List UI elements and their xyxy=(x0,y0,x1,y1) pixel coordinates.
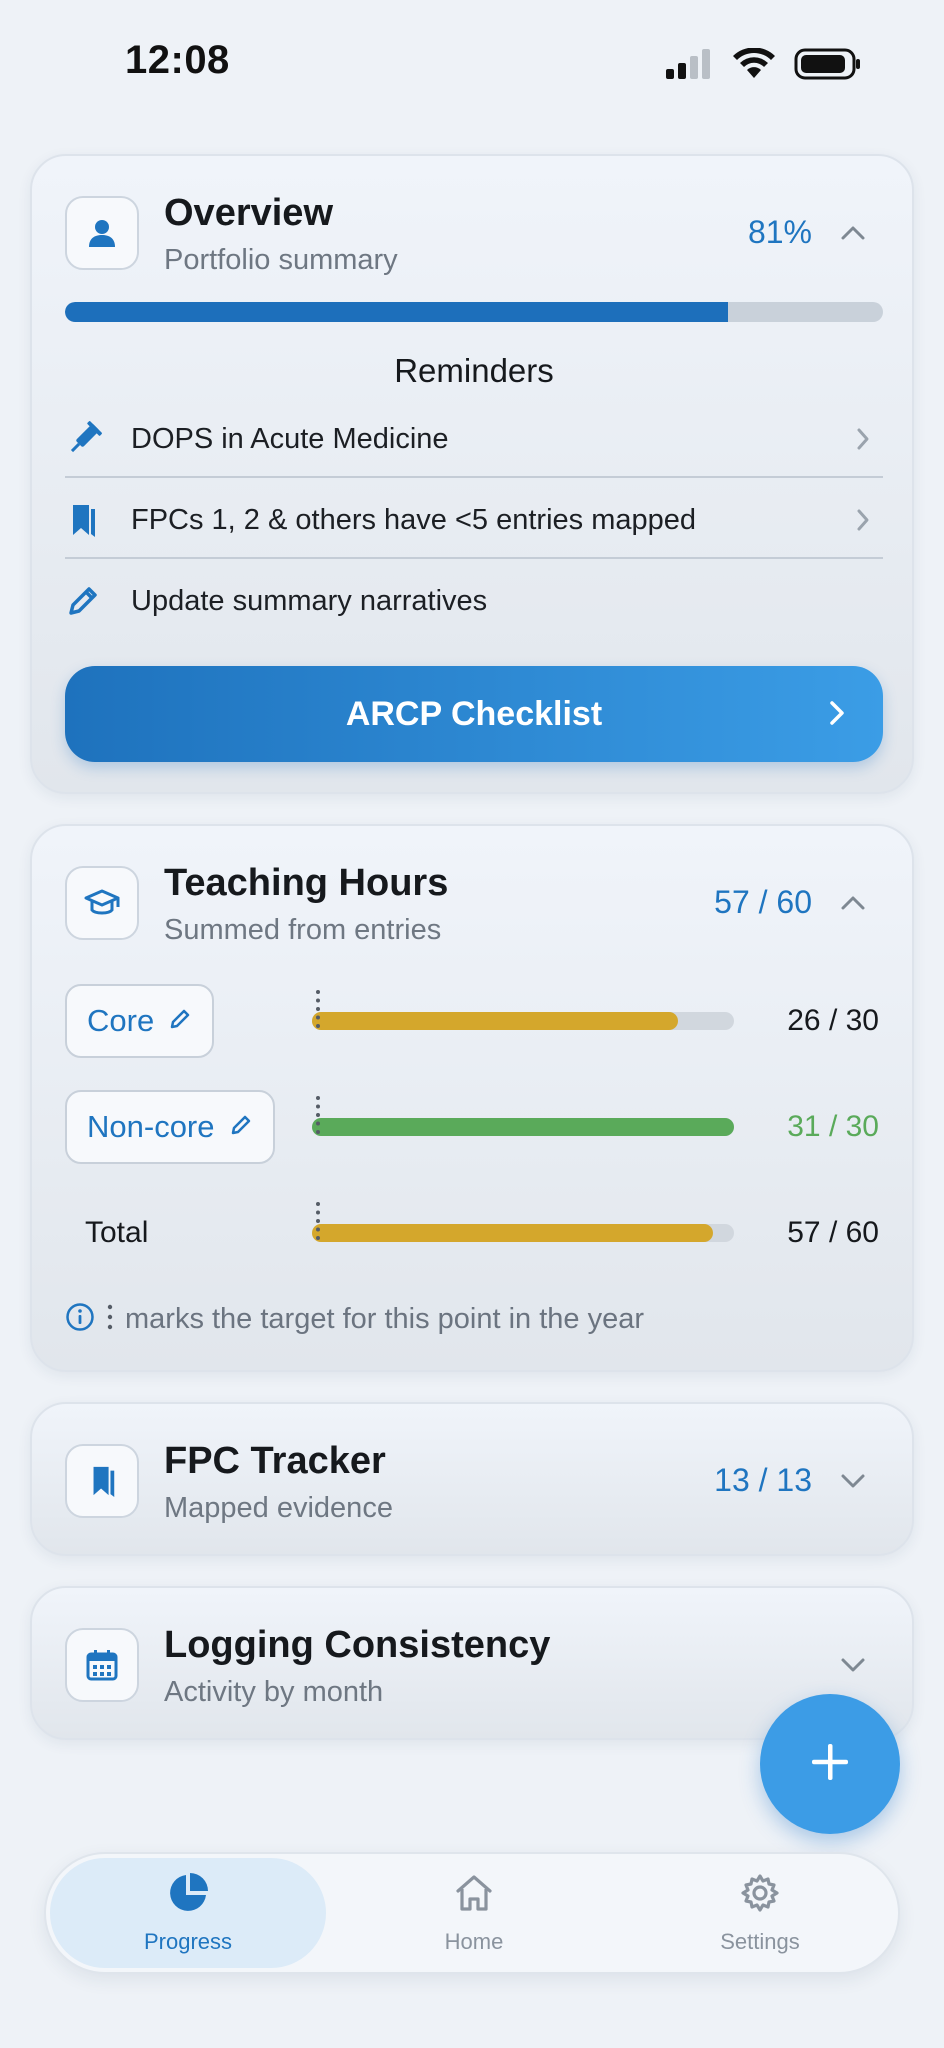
core-hours-bar xyxy=(312,990,734,1030)
teaching-hours-stat: 57 / 60 xyxy=(714,884,812,920)
arcp-checklist-button[interactable]: ARCP Checklist xyxy=(65,666,883,762)
tab-label: Progress xyxy=(143,1928,233,1954)
overview-progress-fill xyxy=(65,302,728,322)
divider xyxy=(65,557,883,559)
fpc-tracker-subtitle: Mapped evidence xyxy=(164,1492,393,1524)
tab-progress[interactable]: Progress xyxy=(50,1858,326,1968)
wifi-icon xyxy=(733,48,775,78)
total-hours-fill xyxy=(312,1224,713,1242)
fpc-tracker-title: FPC Tracker xyxy=(164,1440,386,1482)
pie-chart-icon xyxy=(167,1872,209,1919)
battery-icon xyxy=(794,48,860,80)
total-hours-value: 57 / 60 xyxy=(787,1216,879,1249)
syringe-icon xyxy=(65,420,115,458)
info-icon xyxy=(65,1302,95,1337)
calendar-icon xyxy=(65,1628,139,1702)
noncore-label: Non-core xyxy=(87,1109,215,1144)
overview-card: Overview Portfolio summary 81% Reminders… xyxy=(30,154,914,794)
expand-chevron-icon[interactable] xyxy=(838,1650,868,1680)
person-icon xyxy=(65,196,139,270)
fpc-tracker-stat: 13 / 13 xyxy=(714,1462,812,1498)
tab-settings[interactable]: Settings xyxy=(622,1858,898,1968)
reminder-label: FPCs 1, 2 & others have <5 entries mappe… xyxy=(131,503,697,536)
graduation-cap-icon xyxy=(65,866,139,940)
gear-icon xyxy=(739,1872,781,1919)
divider xyxy=(65,476,883,478)
noncore-edit-button[interactable]: Non-core xyxy=(65,1090,275,1164)
status-bar: 12:08 xyxy=(0,0,944,120)
chevron-right-icon xyxy=(829,700,845,731)
overview-title: Overview xyxy=(164,192,333,234)
core-edit-button[interactable]: Core xyxy=(65,984,215,1058)
reminder-label: Update summary narratives xyxy=(131,584,488,617)
overview-progress-bar xyxy=(65,302,883,322)
tab-home[interactable]: Home xyxy=(336,1858,612,1968)
bookmark-icon xyxy=(65,501,115,539)
home-icon xyxy=(453,1872,495,1919)
arcp-checklist-label: ARCP Checklist xyxy=(345,694,603,733)
plus-icon xyxy=(808,1740,852,1789)
reminders-heading: Reminders xyxy=(394,352,554,389)
teaching-hours-title: Teaching Hours xyxy=(164,862,449,904)
pencil-icon xyxy=(229,1113,253,1142)
noncore-hours-value: 31 / 30 xyxy=(787,1110,879,1143)
core-hours-value: 26 / 30 xyxy=(787,1004,879,1037)
target-marker xyxy=(316,1202,320,1240)
chevron-right-icon xyxy=(851,427,875,451)
total-hours-bar xyxy=(312,1202,734,1242)
collapse-chevron-icon[interactable] xyxy=(838,888,868,918)
bookmark-icon xyxy=(65,1444,139,1518)
reminder-narratives[interactable]: Update summary narratives xyxy=(65,561,883,641)
fpc-tracker-card[interactable]: FPC Tracker Mapped evidence 13 / 13 xyxy=(30,1402,914,1556)
reminder-dops[interactable]: DOPS in Acute Medicine xyxy=(65,399,883,479)
add-entry-button[interactable] xyxy=(760,1694,900,1834)
target-marker xyxy=(316,990,320,1028)
target-legend: marks the target for this point in the y… xyxy=(65,1302,644,1337)
reminder-fpcs[interactable]: FPCs 1, 2 & others have <5 entries mappe… xyxy=(65,480,883,560)
chevron-right-icon xyxy=(851,508,875,532)
teaching-hours-card: Teaching Hours Summed from entries 57 / … xyxy=(30,824,914,1372)
status-icons xyxy=(664,44,862,84)
total-label: Total xyxy=(85,1216,149,1249)
logging-consistency-subtitle: Activity by month xyxy=(164,1676,384,1708)
reminder-label: DOPS in Acute Medicine xyxy=(131,422,449,455)
overview-subtitle: Portfolio summary xyxy=(164,244,398,276)
pencil-icon xyxy=(168,1007,192,1036)
status-time: 12:08 xyxy=(125,38,230,82)
logging-consistency-title: Logging Consistency xyxy=(164,1624,551,1666)
tab-label: Home xyxy=(444,1928,504,1954)
pencil-icon xyxy=(65,583,115,619)
core-hours-fill xyxy=(312,1012,678,1030)
teaching-hours-subtitle: Summed from entries xyxy=(164,914,442,946)
target-marker xyxy=(316,1096,320,1134)
target-marker-icon xyxy=(105,1302,115,1337)
collapse-chevron-icon[interactable] xyxy=(838,218,868,248)
core-label: Core xyxy=(87,1003,155,1038)
noncore-hours-fill xyxy=(312,1118,734,1136)
noncore-hours-bar xyxy=(312,1096,734,1136)
tab-label: Settings xyxy=(720,1928,800,1954)
overview-percent: 81% xyxy=(747,214,812,250)
expand-chevron-icon[interactable] xyxy=(838,1466,868,1496)
bottom-tab-bar: Progress Home Settings xyxy=(44,1852,900,1974)
signal-icon xyxy=(666,49,710,79)
legend-text: marks the target for this point in the y… xyxy=(125,1303,645,1335)
